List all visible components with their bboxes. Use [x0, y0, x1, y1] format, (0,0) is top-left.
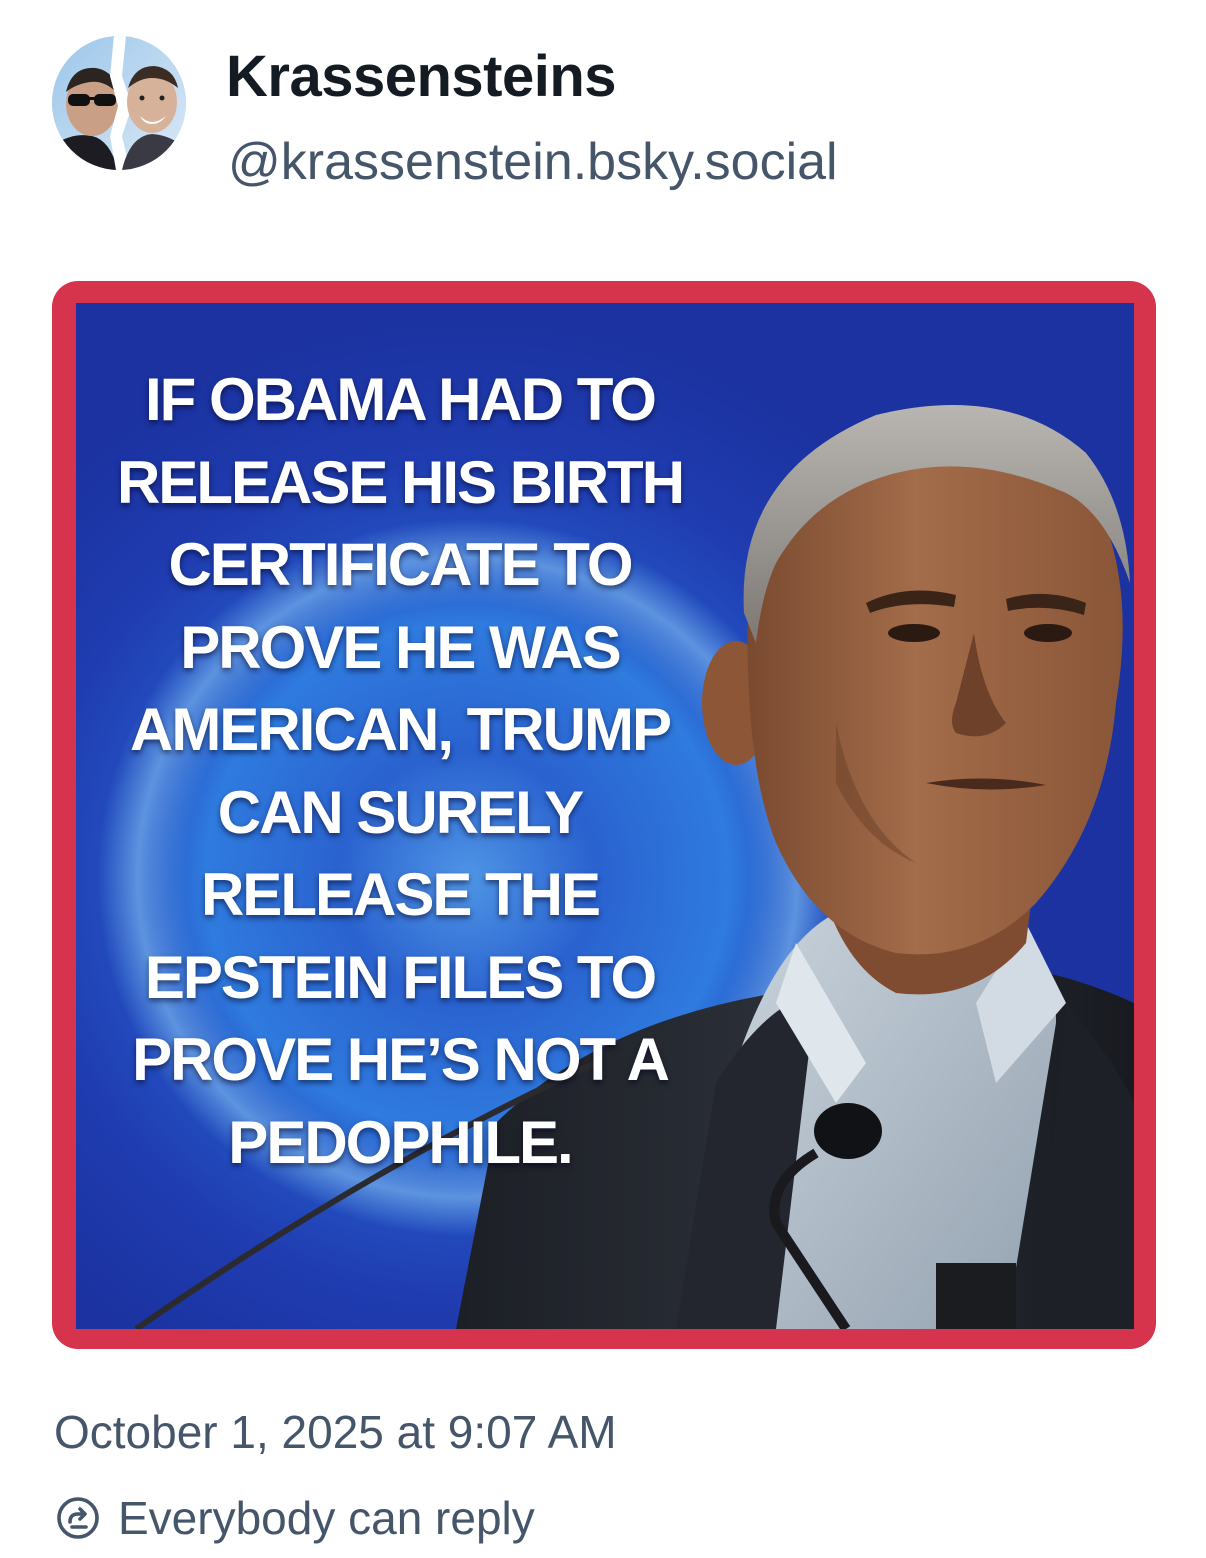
author-handle[interactable]: @krassenstein.bsky.social [228, 130, 838, 194]
meme-caption: IF OBAMA HAD TO RELEASE HIS BIRTH CERTIF… [100, 359, 700, 1184]
caption-line: CAN SURELY [217, 778, 585, 846]
reply-setting-label: Everybody can reply [118, 1492, 535, 1544]
post-detail: Krassensteins @krassenstein.bsky.social [0, 0, 1206, 1558]
caption-line: PROVE HE WAS [180, 613, 621, 681]
caption-line: CERTIFICATE TO [168, 531, 633, 598]
post-timestamp[interactable]: October 1, 2025 at 9:07 AM [54, 1402, 617, 1462]
avatar-image [52, 36, 186, 170]
caption-line: PEDOPHILE. [228, 1108, 573, 1176]
caption-line: AMERICAN, TRUMP [130, 696, 672, 763]
reply-permission-icon [57, 1497, 99, 1539]
caption-line: RELEASE HIS BIRTH [116, 448, 685, 516]
caption-line: IF OBAMA HAD TO [145, 366, 657, 433]
caption-line: EPSTEIN FILES TO [144, 943, 657, 1011]
reply-setting[interactable]: Everybody can reply [54, 1486, 535, 1550]
post-image[interactable]: IF OBAMA HAD TO RELEASE HIS BIRTH CERTIF… [52, 281, 1156, 1349]
author-avatar[interactable] [52, 36, 186, 170]
caption-line: PROVE HE’S NOT A [132, 1026, 670, 1093]
author-display-name[interactable]: Krassensteins [226, 42, 617, 112]
caption-line: RELEASE THE [200, 861, 601, 928]
